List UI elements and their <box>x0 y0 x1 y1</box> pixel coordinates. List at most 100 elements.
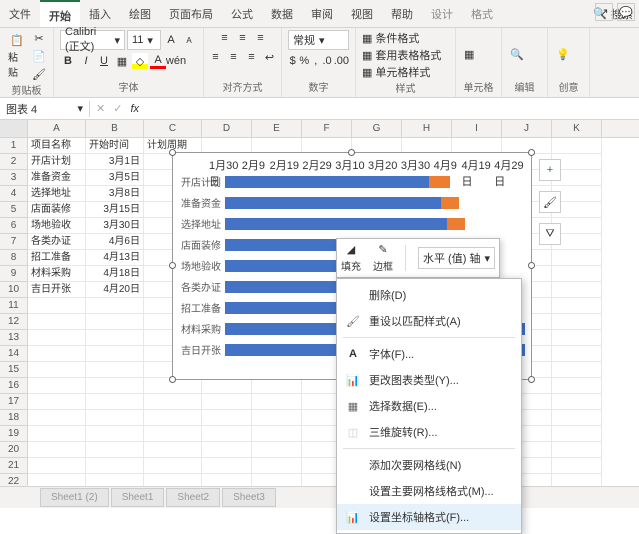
font-grow-icon[interactable]: A <box>163 32 179 48</box>
row-header[interactable]: 16 <box>0 378 28 394</box>
cancel-icon[interactable]: ✕ <box>96 102 105 115</box>
row-header[interactable]: 17 <box>0 394 28 410</box>
cell[interactable]: 3月8日 <box>86 186 144 202</box>
currency-icon[interactable]: $ <box>288 53 297 69</box>
bold-button[interactable]: B <box>60 53 76 69</box>
cell[interactable]: 项目名称 <box>28 138 86 154</box>
align-left-icon[interactable]: ≡ <box>208 49 224 65</box>
chart-element-combo[interactable]: 水平 (值) 轴 ▾ <box>418 247 495 269</box>
resize-handle[interactable] <box>348 149 355 156</box>
col-header[interactable]: J <box>502 120 552 137</box>
decimal-inc-icon[interactable]: .0 <box>322 53 331 69</box>
cell[interactable]: 4月13日 <box>86 250 144 266</box>
menu-format[interactable]: 格式 <box>462 0 502 27</box>
row-header[interactable]: 9 <box>0 266 28 282</box>
col-header[interactable]: G <box>352 120 402 137</box>
menu-file[interactable]: 文件 <box>0 0 40 27</box>
menu-help[interactable]: 帮助 <box>382 0 422 27</box>
row-header[interactable]: 14 <box>0 346 28 362</box>
cell[interactable]: 4月6日 <box>86 234 144 250</box>
cell[interactable]: 各类办证 <box>28 234 86 250</box>
underline-button[interactable]: U <box>96 53 112 69</box>
chart-filter-button[interactable]: ⛛ <box>539 223 561 245</box>
chart-bar-row[interactable]: 选择地址 <box>179 213 525 234</box>
copy-icon[interactable]: 📄 <box>31 48 47 64</box>
ctx-change-chart-type[interactable]: 📊更改图表类型(Y)... <box>337 367 521 393</box>
ctx-font[interactable]: A字体(F)... <box>337 341 521 367</box>
select-all-corner[interactable] <box>0 120 28 137</box>
row-header[interactable]: 7 <box>0 234 28 250</box>
col-header[interactable]: A <box>28 120 86 137</box>
cell[interactable]: 店面装修 <box>28 202 86 218</box>
row-header[interactable]: 5 <box>0 202 28 218</box>
percent-icon[interactable]: % <box>299 53 309 69</box>
sheet-tab[interactable]: Sheet1 <box>111 488 165 507</box>
row-header[interactable]: 2 <box>0 154 28 170</box>
row-header[interactable]: 6 <box>0 218 28 234</box>
fill-button[interactable]: ◢ 填充 <box>341 243 361 273</box>
align-bottom-icon[interactable]: ≡ <box>253 30 269 46</box>
font-shrink-icon[interactable]: A <box>181 32 197 48</box>
row-header[interactable]: 3 <box>0 170 28 186</box>
cell[interactable]: 开始时间 <box>86 138 144 154</box>
col-header[interactable]: K <box>552 120 602 137</box>
row-header[interactable]: 20 <box>0 442 28 458</box>
menu-insert[interactable]: 插入 <box>80 0 120 27</box>
cell[interactable]: 选择地址 <box>28 186 86 202</box>
ideas-button[interactable]: 💡 <box>554 46 572 63</box>
resize-handle[interactable] <box>169 376 176 383</box>
menu-view[interactable]: 视图 <box>342 0 382 27</box>
cell[interactable]: 场地验收 <box>28 218 86 234</box>
cell[interactable]: 4月18日 <box>86 266 144 282</box>
ctx-select-data[interactable]: ▦选择数据(E)... <box>337 393 521 419</box>
row-header[interactable]: 21 <box>0 458 28 474</box>
sheet-tab[interactable]: Sheet1 (2) <box>40 488 109 507</box>
cell[interactable]: 材料采购 <box>28 266 86 282</box>
row-header[interactable]: 12 <box>0 314 28 330</box>
row-header[interactable]: 19 <box>0 426 28 442</box>
comma-icon[interactable]: , <box>311 53 320 69</box>
col-header[interactable]: C <box>144 120 202 137</box>
menu-design[interactable]: 设计 <box>422 0 462 27</box>
chart-bar-row[interactable]: 准备资金 <box>179 192 525 213</box>
row-header[interactable]: 8 <box>0 250 28 266</box>
comment-icon[interactable]: 💬 <box>617 3 635 21</box>
row-header[interactable]: 15 <box>0 362 28 378</box>
row-header[interactable]: 4 <box>0 186 28 202</box>
row-header[interactable]: 18 <box>0 410 28 426</box>
cell[interactable]: 3月15日 <box>86 202 144 218</box>
menu-formula[interactable]: 公式 <box>222 0 262 27</box>
ctx-delete[interactable]: 删除(D) <box>337 282 521 308</box>
cell[interactable]: 招工准备 <box>28 250 86 266</box>
align-top-icon[interactable]: ≡ <box>217 30 233 46</box>
font-name-combo[interactable]: Calibri (正文)▾ <box>60 30 125 50</box>
row-header[interactable]: 1 <box>0 138 28 154</box>
cell[interactable]: 4月20日 <box>86 282 144 298</box>
decimal-dec-icon[interactable]: .00 <box>334 53 349 69</box>
font-color-button[interactable]: A <box>150 53 166 69</box>
cell[interactable]: 3月5日 <box>86 170 144 186</box>
row-header[interactable]: 13 <box>0 330 28 346</box>
ctx-add-minor-gridlines[interactable]: 添加次要网格线(N) <box>337 452 521 478</box>
row-header[interactable]: 10 <box>0 282 28 298</box>
chart-brush-button[interactable]: 🖌 <box>539 191 561 213</box>
row-header[interactable]: 11 <box>0 298 28 314</box>
cell[interactable]: 3月1日 <box>86 154 144 170</box>
sheet-tab[interactable]: Sheet2 <box>166 488 220 507</box>
italic-button[interactable]: I <box>78 53 94 69</box>
menu-home[interactable]: 开始 <box>40 0 80 27</box>
col-header[interactable]: I <box>452 120 502 137</box>
resize-handle[interactable] <box>528 376 535 383</box>
align-middle-icon[interactable]: ≡ <box>235 30 251 46</box>
share-icon[interactable]: ↗ <box>595 3 613 21</box>
ctx-major-gridline-format[interactable]: 设置主要网格线格式(M)... <box>337 478 521 504</box>
phonetic-button[interactable]: wén <box>168 53 184 69</box>
format-painter-icon[interactable]: 🖌 <box>31 66 47 82</box>
resize-handle[interactable] <box>528 262 535 269</box>
col-header[interactable]: B <box>86 120 144 137</box>
table-format-button[interactable]: ▦套用表格格式 <box>362 47 441 63</box>
cut-icon[interactable]: ✂ <box>31 30 47 46</box>
number-format-combo[interactable]: 常规▾ <box>288 30 349 50</box>
ctx-reset-style[interactable]: 🖌重设以匹配样式(A) <box>337 308 521 334</box>
editing-button[interactable]: 🔍 <box>508 46 526 63</box>
